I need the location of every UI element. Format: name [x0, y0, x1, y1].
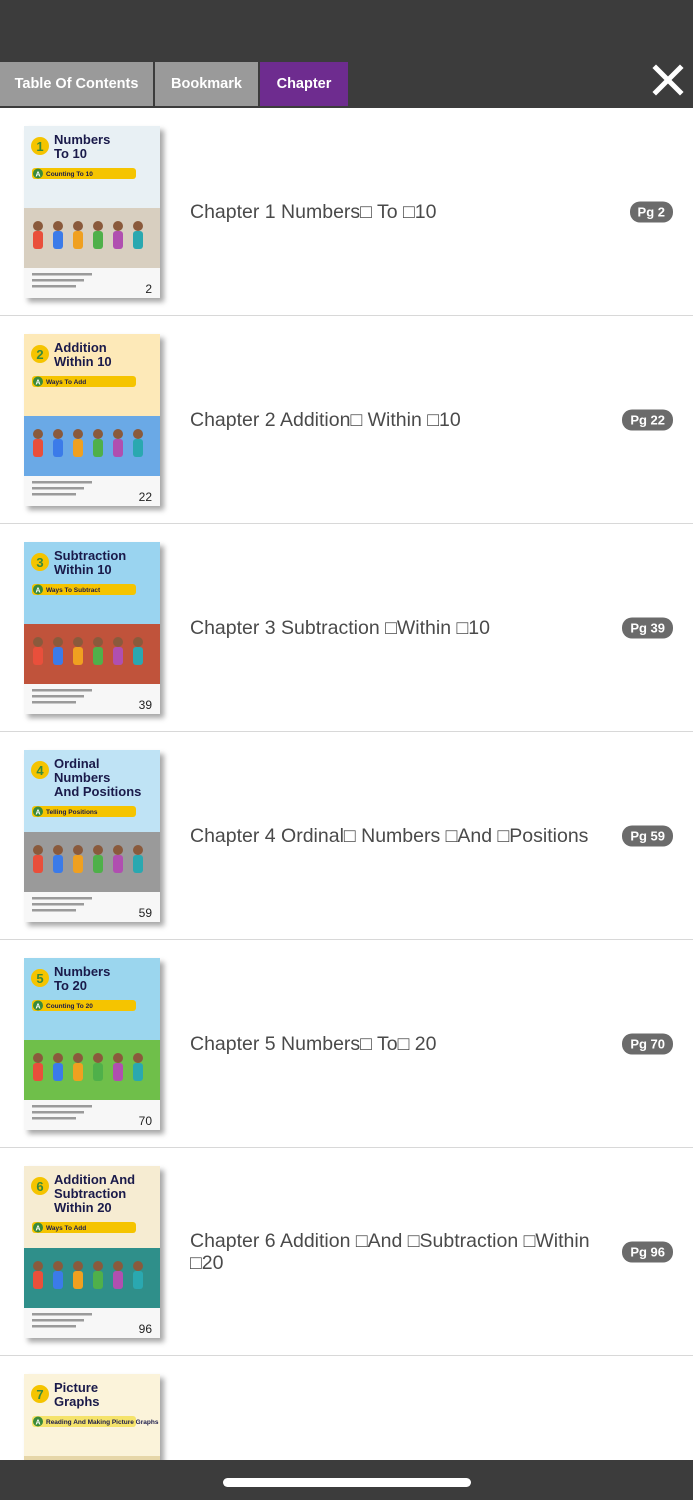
svg-text:96: 96	[139, 1322, 153, 1336]
svg-text:Subtraction: Subtraction	[54, 1186, 126, 1201]
chapter-cover-thumbnail[interactable]: 1 Numbers To 10 A Counting To 10 2	[24, 126, 160, 298]
svg-text:5: 5	[36, 971, 43, 986]
svg-text:Numbers: Numbers	[54, 964, 110, 979]
close-icon	[652, 64, 684, 96]
chapter-row[interactable]: 7 Picture Graphs A Reading And Making Pictur…	[0, 1356, 693, 1460]
svg-text:3: 3	[36, 555, 43, 570]
page-number-badge[interactable]: Pg 96	[622, 1241, 673, 1262]
chapter-title[interactable]: Chapter 4 Ordinal□ Numbers □And □Positio…	[190, 732, 590, 939]
svg-text:Within 10: Within 10	[54, 354, 112, 369]
chapter-title[interactable]: Chapter 3 Subtraction □Within □10	[190, 524, 590, 731]
chapter-row[interactable]: 6 Addition And Subtraction Within 20 A Ways T…	[0, 1148, 693, 1356]
cover-image: 6 Addition AndSubtractionWithin 20 A Ways T…	[24, 1166, 160, 1338]
svg-text:Reading And Making Picture Gra: Reading And Making Picture Graphs	[46, 1419, 159, 1426]
chapter-row[interactable]: 2 Addition Within 10 A Ways To Add 22 Chapter …	[0, 316, 693, 524]
svg-text:And Positions: And Positions	[54, 784, 141, 799]
page-number-badge[interactable]: Pg 39	[622, 617, 673, 638]
chapter-cover-thumbnail[interactable]: 6 Addition And Subtraction Within 20 A Ways T…	[24, 1166, 160, 1338]
chapter-title[interactable]: Chapter 5 Numbers□ To□ 20	[190, 940, 590, 1147]
chapter-cover-thumbnail[interactable]: 3 Subtraction Within 10 A Ways To Subtract 39	[24, 542, 160, 714]
svg-text:39: 39	[139, 698, 153, 712]
cover-image: 4 OrdinalNumbersAnd Positions A Telling Pos…	[24, 750, 160, 922]
svg-text:Addition And: Addition And	[54, 1172, 135, 1187]
svg-text:To 10: To 10	[54, 146, 87, 161]
cover-image: 2 AdditionWithin 10 A Ways To Add 22	[24, 334, 160, 506]
svg-text:A: A	[35, 1004, 40, 1011]
svg-text:A: A	[35, 1420, 40, 1427]
chapter-row[interactable]: 3 Subtraction Within 10 A Ways To Subtract 39…	[0, 524, 693, 732]
svg-text:70: 70	[139, 1114, 153, 1128]
chapter-cover-thumbnail[interactable]: 7 Picture Graphs A Reading And Making Pictur…	[24, 1374, 160, 1460]
page-number-badge[interactable]: Pg 22	[622, 409, 673, 430]
svg-text:Ways To Subtract: Ways To Subtract	[46, 587, 101, 594]
chapter-list[interactable]: 1 Numbers To 10 A Counting To 10 2 Chapter 1 N…	[0, 108, 693, 1460]
page-number-badge[interactable]: Pg 59	[622, 825, 673, 846]
tab-table-of-contents[interactable]: Table Of Contents	[0, 62, 153, 106]
svg-text:Subtraction: Subtraction	[54, 548, 126, 563]
chapter-row[interactable]: 5 Numbers To 20 A Counting To 20 70 Chapter 5 …	[0, 940, 693, 1148]
svg-text:Within 20: Within 20	[54, 1200, 112, 1215]
svg-text:6: 6	[36, 1179, 43, 1194]
svg-text:2: 2	[145, 282, 152, 296]
cover-image: 7 PictureGraphs A Reading And Making Pictur…	[24, 1374, 160, 1460]
tab-bookmark[interactable]: Bookmark	[155, 62, 258, 106]
chapter-row[interactable]: 1 Numbers To 10 A Counting To 10 2 Chapter 1 N…	[0, 108, 693, 316]
svg-text:Ordinal: Ordinal	[54, 756, 100, 771]
bottom-bar	[0, 1460, 693, 1500]
svg-text:Telling Positions: Telling Positions	[46, 809, 98, 816]
chapter-cover-thumbnail[interactable]: 5 Numbers To 20 A Counting To 20 70	[24, 958, 160, 1130]
chapter-cover-thumbnail[interactable]: 2 Addition Within 10 A Ways To Add 22	[24, 334, 160, 506]
svg-text:Counting To 20: Counting To 20	[46, 1003, 93, 1010]
cover-image: 1 NumbersTo 10 A Counting To 10 2	[24, 126, 160, 298]
header-bar: Table Of Contents Bookmark Chapter	[0, 0, 693, 108]
chapter-cover-thumbnail[interactable]: 4 Ordinal Numbers And Positions A Telling Pos…	[24, 750, 160, 922]
svg-text:Ways To Add: Ways To Add	[46, 379, 86, 386]
svg-text:59: 59	[139, 906, 153, 920]
page-number-badge[interactable]: Pg 2	[629, 201, 673, 222]
svg-text:Numbers: Numbers	[54, 132, 110, 147]
svg-text:A: A	[35, 810, 40, 817]
svg-text:A: A	[35, 172, 40, 179]
chapter-title[interactable]: Chapter 1 Numbers□ To □10	[190, 108, 590, 315]
tab-chapter[interactable]: Chapter	[260, 62, 348, 106]
home-indicator[interactable]	[223, 1478, 471, 1487]
svg-text:Ways To Add: Ways To Add	[46, 1225, 86, 1232]
cover-image: 3 SubtractionWithin 10 A Ways To Subtract 39	[24, 542, 160, 714]
chapter-title[interactable]: Chapter 6 Addition □And □Subtraction □Wi…	[190, 1148, 590, 1355]
svg-text:A: A	[35, 380, 40, 387]
cover-image: 5 NumbersTo 20 A Counting To 20 70	[24, 958, 160, 1130]
chapter-row[interactable]: 4 Ordinal Numbers And Positions A Telling Pos…	[0, 732, 693, 940]
svg-text:4: 4	[36, 763, 44, 778]
page-number-badge[interactable]: Pg 70	[622, 1033, 673, 1054]
svg-text:Graphs: Graphs	[54, 1394, 100, 1409]
svg-text:A: A	[35, 588, 40, 595]
close-button[interactable]	[651, 60, 685, 100]
svg-text:To 20: To 20	[54, 978, 87, 993]
svg-text:Picture: Picture	[54, 1380, 98, 1395]
toc-screen: Table Of Contents Bookmark Chapter 1 Numb…	[0, 0, 693, 1500]
chapter-title[interactable]: Chapter 2 Addition□ Within □10	[190, 316, 590, 523]
svg-text:A: A	[35, 1226, 40, 1233]
svg-text:2: 2	[36, 347, 43, 362]
svg-text:22: 22	[139, 490, 153, 504]
svg-text:1: 1	[36, 139, 43, 154]
svg-text:7: 7	[36, 1387, 43, 1402]
svg-text:Addition: Addition	[54, 340, 107, 355]
tab-bar: Table Of Contents Bookmark Chapter	[0, 62, 348, 106]
svg-text:Counting To 10: Counting To 10	[46, 171, 93, 178]
svg-text:Within 10: Within 10	[54, 562, 112, 577]
svg-text:Numbers: Numbers	[54, 770, 110, 785]
